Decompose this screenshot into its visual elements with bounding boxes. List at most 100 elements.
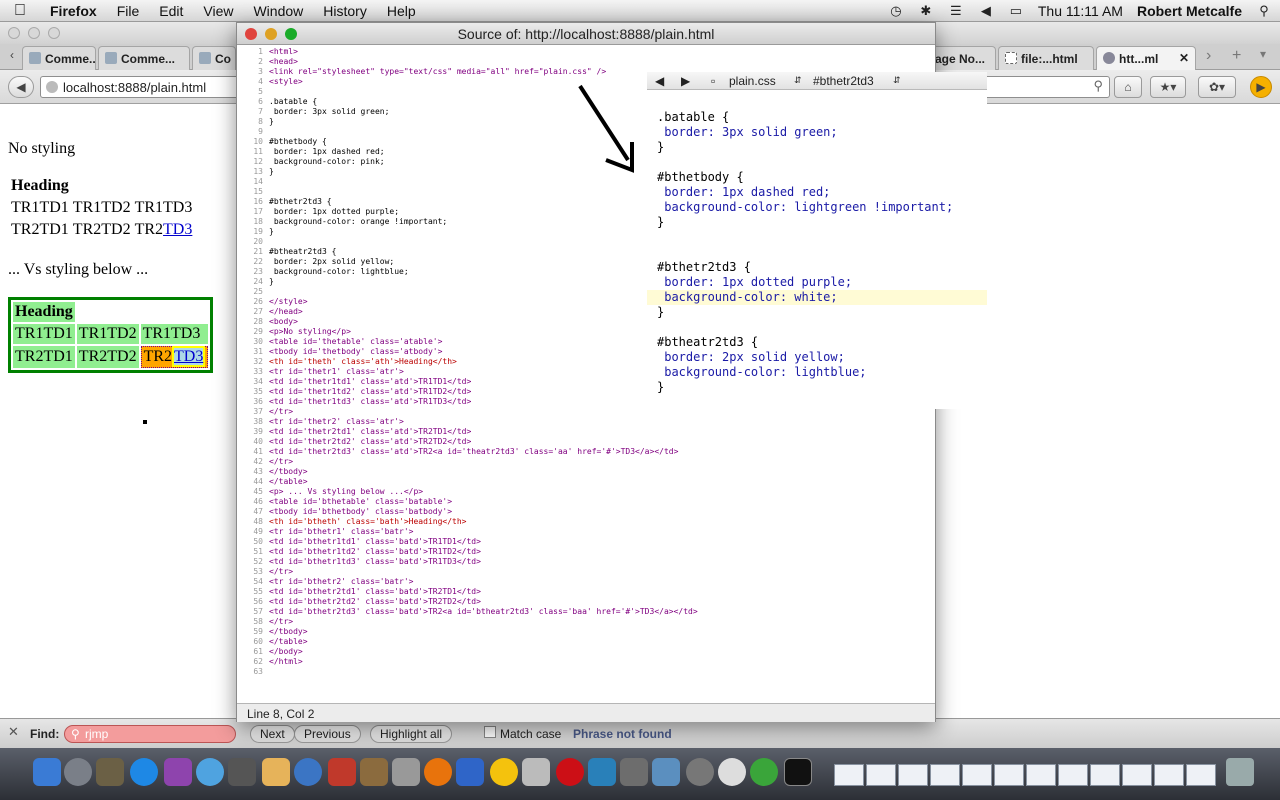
- close-window-button[interactable]: [245, 28, 257, 40]
- user-name[interactable]: Robert Metcalfe: [1137, 3, 1242, 19]
- bookmarks-button[interactable]: ★▾: [1150, 76, 1186, 98]
- volume-icon[interactable]: ◀: [978, 4, 994, 18]
- photo-icon[interactable]: [328, 758, 356, 786]
- css-code-view[interactable]: .batable { border: 3px solid green;} #bth…: [647, 110, 987, 395]
- mission-control-icon[interactable]: [96, 758, 124, 786]
- utility-icon[interactable]: [620, 758, 648, 786]
- source-line: 44 </table>: [237, 477, 935, 487]
- tab-scroll-left-icon[interactable]: ‹: [4, 45, 20, 67]
- iphoto-icon[interactable]: [360, 758, 388, 786]
- photo-booth-icon[interactable]: [228, 758, 256, 786]
- line-text: <td id='thetr2td2' class='atd'>TR2TD2</t…: [269, 437, 472, 446]
- menu-edit[interactable]: Edit: [149, 0, 193, 22]
- minimize-window-button[interactable]: [28, 27, 40, 39]
- tab-scroll-right-icon[interactable]: ›: [1206, 47, 1211, 65]
- file-icon: [1005, 52, 1017, 64]
- contacts-icon[interactable]: [262, 758, 290, 786]
- site-identity-icon[interactable]: [46, 81, 58, 93]
- preview-icon[interactable]: [652, 758, 680, 786]
- app-store-icon[interactable]: [130, 758, 158, 786]
- close-find-bar-icon[interactable]: ✕: [8, 724, 19, 740]
- textwrangler-icon[interactable]: [456, 758, 484, 786]
- find-input[interactable]: ⚲ rjmp: [64, 725, 236, 743]
- zoom-window-button[interactable]: [48, 27, 60, 39]
- minimize-window-button[interactable]: [265, 28, 277, 40]
- minimized-window-thumbnail[interactable]: [1090, 764, 1120, 786]
- menu-file[interactable]: File: [107, 0, 150, 22]
- close-tab-icon[interactable]: ✕: [1179, 51, 1189, 65]
- find-previous-button[interactable]: Previous: [294, 725, 361, 743]
- firebug-icon[interactable]: ▶: [1250, 76, 1272, 98]
- xcode-icon[interactable]: [588, 758, 616, 786]
- minimized-window-thumbnail[interactable]: [994, 764, 1024, 786]
- menu-view[interactable]: View: [193, 0, 243, 22]
- launchpad-icon[interactable]: [64, 758, 92, 786]
- home-button[interactable]: ⌂: [1114, 76, 1142, 98]
- zoom-window-button[interactable]: [285, 28, 297, 40]
- td3-link[interactable]: TD3: [163, 221, 192, 238]
- safari-icon[interactable]: [196, 758, 224, 786]
- find-next-button[interactable]: Next: [250, 725, 295, 743]
- chrome-icon[interactable]: [490, 758, 518, 786]
- time-machine-icon[interactable]: ◷: [888, 4, 904, 18]
- line-number: 47: [253, 507, 263, 516]
- tab-3[interactable]: Co: [192, 46, 236, 70]
- minimized-window-thumbnail[interactable]: [1154, 764, 1184, 786]
- script-editor-icon[interactable]: [522, 758, 550, 786]
- document-icon[interactable]: [834, 764, 864, 786]
- calendar-icon[interactable]: [164, 758, 192, 786]
- td3-link[interactable]: TD3: [172, 346, 206, 367]
- minimized-window-thumbnail[interactable]: [1122, 764, 1152, 786]
- wifi-icon[interactable]: ☰: [948, 4, 964, 18]
- selector-dropdown[interactable]: #bthetr2td3: [813, 74, 874, 88]
- back-button[interactable]: ◀: [8, 76, 34, 98]
- menu-help[interactable]: Help: [377, 0, 426, 22]
- tab-active[interactable]: htt...ml ✕: [1096, 46, 1196, 70]
- css-file-selector[interactable]: plain.css: [729, 74, 776, 88]
- battery-icon[interactable]: ▭: [1008, 4, 1024, 18]
- source-line: 45 <p> ... Vs styling below ...</p>: [237, 487, 935, 497]
- new-tab-icon[interactable]: +: [1232, 47, 1241, 65]
- tab-2[interactable]: Comme...: [98, 46, 190, 70]
- css-line: }: [657, 380, 665, 394]
- minimized-window-thumbnail[interactable]: [962, 764, 992, 786]
- match-case-checkbox[interactable]: [484, 726, 496, 738]
- tab-5[interactable]: file:...html: [998, 46, 1094, 70]
- tab-4[interactable]: age No...: [928, 46, 996, 70]
- ical-icon[interactable]: [718, 758, 746, 786]
- line-number: 13: [253, 167, 263, 176]
- bluetooth-icon[interactable]: ✱: [918, 4, 934, 18]
- close-window-button[interactable]: [8, 27, 20, 39]
- source-titlebar: Source of: http://localhost:8888/plain.h…: [237, 23, 935, 45]
- source-line: 1 <html>: [237, 47, 935, 57]
- help-icon[interactable]: [686, 758, 714, 786]
- itunes-icon[interactable]: [294, 758, 322, 786]
- trash-icon[interactable]: [1226, 758, 1254, 786]
- addon-button[interactable]: ✿▾: [1198, 76, 1236, 98]
- menu-app[interactable]: Firefox: [40, 0, 107, 22]
- search-icon[interactable]: ⚲: [1093, 78, 1103, 94]
- minimized-window-thumbnail[interactable]: [930, 764, 960, 786]
- highlight-all-button[interactable]: Highlight all: [370, 725, 453, 743]
- minimized-window-thumbnail[interactable]: [866, 764, 896, 786]
- menu-window[interactable]: Window: [243, 0, 313, 22]
- firefox-icon[interactable]: [424, 758, 452, 786]
- clock[interactable]: Thu 11:11 AM: [1038, 3, 1123, 19]
- system-preferences-icon[interactable]: [392, 758, 420, 786]
- spotlight-search-icon[interactable]: ⚲: [1256, 4, 1272, 18]
- list-all-tabs-icon[interactable]: ▾: [1260, 47, 1266, 61]
- forward-icon[interactable]: ▶: [681, 74, 690, 88]
- back-icon[interactable]: ◀: [655, 74, 664, 88]
- minimized-window-thumbnail[interactable]: [1186, 764, 1216, 786]
- tab-1[interactable]: Comme...: [22, 46, 96, 70]
- minimized-window-thumbnail[interactable]: [1026, 764, 1056, 786]
- line-number: 11: [253, 147, 263, 156]
- finder-icon[interactable]: [33, 758, 61, 786]
- minimized-window-thumbnail[interactable]: [1058, 764, 1088, 786]
- minimized-window-thumbnail[interactable]: [898, 764, 928, 786]
- apple-menu-icon[interactable]: : [0, 2, 40, 20]
- brackets-icon[interactable]: [750, 758, 778, 786]
- opera-icon[interactable]: [556, 758, 584, 786]
- menu-history[interactable]: History: [313, 0, 377, 22]
- terminal-icon[interactable]: [784, 758, 812, 786]
